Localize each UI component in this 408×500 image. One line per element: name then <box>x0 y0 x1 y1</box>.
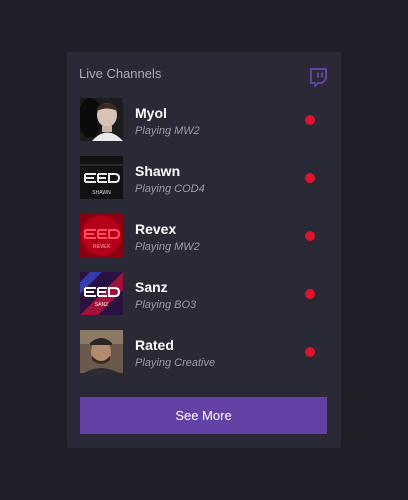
channel-avatar[interactable]: SHAWN <box>80 156 123 199</box>
twitch-icon[interactable] <box>309 68 327 87</box>
channel-item-sanz[interactable]: SANZ Sanz Playing BO3 <box>80 272 328 330</box>
channel-item-rated[interactable]: Rated Playing Creative <box>80 330 328 388</box>
live-indicator <box>305 231 315 241</box>
channel-name[interactable]: Shawn <box>135 163 180 179</box>
channel-item-myol[interactable]: Myol Playing MW2 <box>80 98 328 156</box>
channel-list: Myol Playing MW2 SHAWN Shawn Playing COD… <box>80 98 328 388</box>
widget-title: Live Channels <box>79 66 162 81</box>
live-indicator <box>305 115 315 125</box>
avatar-caption: REVEX <box>93 244 111 250</box>
channel-game: Playing COD4 <box>135 183 205 195</box>
channel-game: Playing MW2 <box>135 241 200 253</box>
channel-name[interactable]: Rated <box>135 337 174 353</box>
channel-name[interactable]: Sanz <box>135 279 168 295</box>
channel-avatar[interactable] <box>80 330 123 373</box>
avatar-caption: SHAWN <box>92 190 111 196</box>
channel-avatar[interactable]: REVEX <box>80 214 123 257</box>
avatar-caption: SANZ <box>95 302 108 308</box>
channel-avatar[interactable] <box>80 98 123 141</box>
channel-game: Playing MW2 <box>135 125 200 137</box>
channel-item-shawn[interactable]: SHAWN Shawn Playing COD4 <box>80 156 328 214</box>
live-indicator <box>305 289 315 299</box>
live-indicator <box>305 173 315 183</box>
channel-game: Playing BO3 <box>135 299 197 311</box>
widget-header: Live Channels <box>79 66 329 88</box>
see-more-button[interactable]: See More <box>80 397 327 434</box>
channel-name[interactable]: Myol <box>135 105 167 121</box>
channel-game: Playing Creative <box>135 357 216 369</box>
channel-name[interactable]: Revex <box>135 221 176 237</box>
live-channels-widget: Live Channels Myol Playing MW2 SHAWN Sha… <box>67 52 341 448</box>
channel-avatar[interactable]: SANZ <box>80 272 123 315</box>
live-indicator <box>305 347 315 357</box>
channel-item-revex[interactable]: REVEX Revex Playing MW2 <box>80 214 328 272</box>
